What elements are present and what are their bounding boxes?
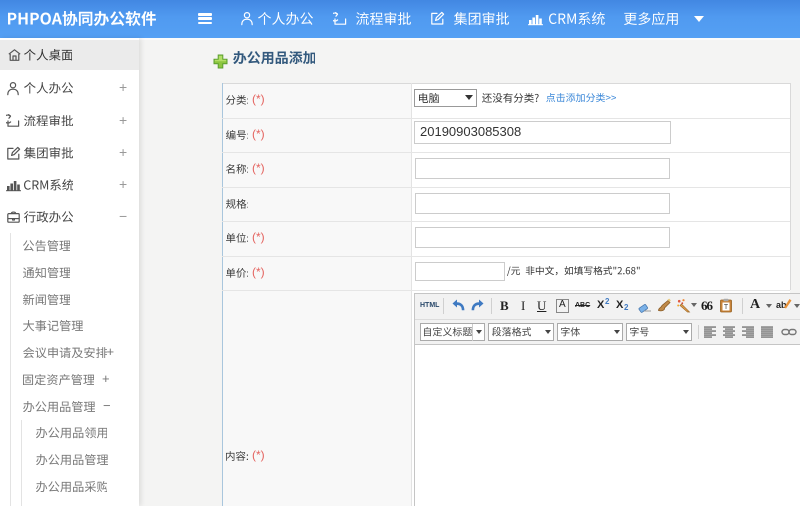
svg-text:T: T [724,304,729,311]
